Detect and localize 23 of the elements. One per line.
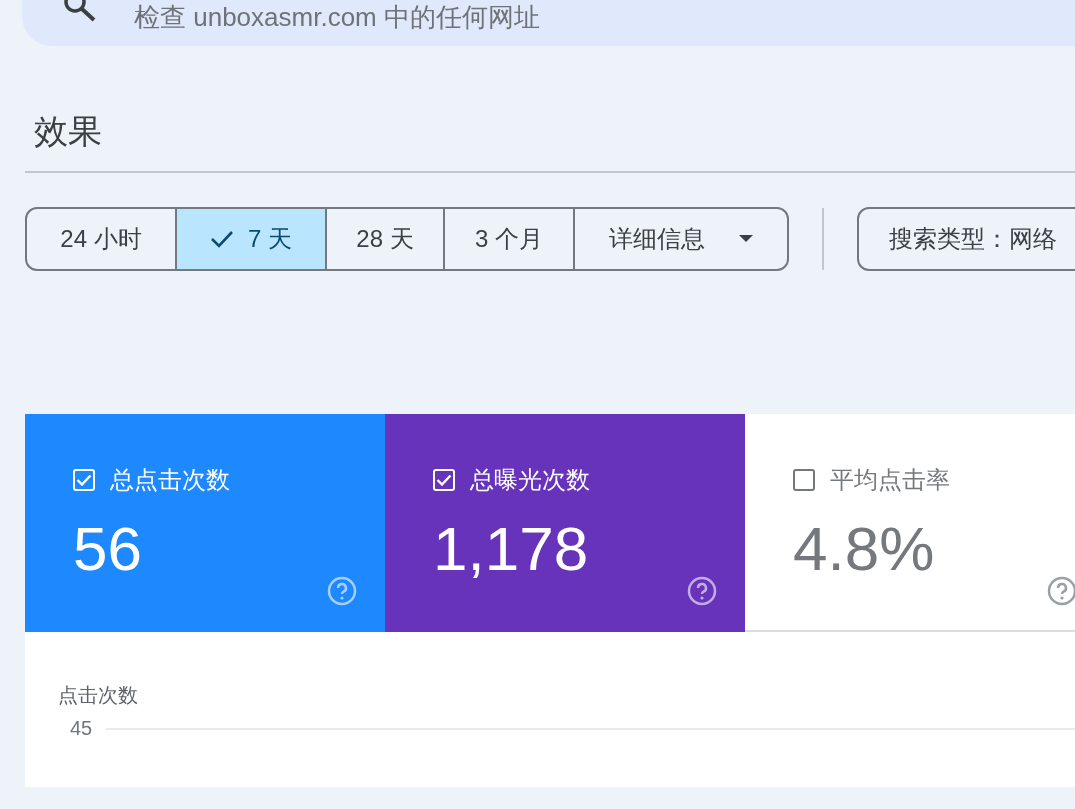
help-icon[interactable]: [1047, 576, 1075, 606]
date-range-tab[interactable]: 7 天: [175, 209, 325, 269]
metric-value: 4.8%: [793, 514, 936, 584]
details-dropdown[interactable]: 详细信息: [573, 209, 787, 269]
search-type-filter[interactable]: 搜索类型：网络: [857, 207, 1075, 271]
page-title: 效果: [34, 111, 103, 152]
metric-label: 总曝光次数: [470, 465, 590, 495]
check-icon: [210, 230, 234, 248]
search-bar[interactable]: 检查 unboxasmr.com 中的任何网址: [22, 0, 1075, 46]
search-icon: [62, 0, 96, 22]
date-range-tab[interactable]: 24 小时: [27, 209, 175, 269]
caret-icon: [739, 235, 753, 243]
checkbox[interactable]: [793, 469, 815, 491]
search-field[interactable]: 检查 unboxasmr.com 中的任何网址: [134, 2, 834, 32]
metric-value: 1,178: [433, 514, 590, 584]
axis-title: 点击次数: [58, 683, 139, 708]
date-range-tab[interactable]: 3 个月: [443, 209, 573, 269]
date-range-tab[interactable]: 28 天: [325, 209, 443, 269]
metric-card[interactable]: 平均点击率 4.8%: [745, 414, 1075, 632]
axis-tick-label: 45: [70, 717, 93, 740]
metric-label: 平均点击率: [830, 465, 950, 495]
metric-value: 56: [73, 514, 143, 584]
metric-label: 总点击次数: [110, 465, 230, 495]
